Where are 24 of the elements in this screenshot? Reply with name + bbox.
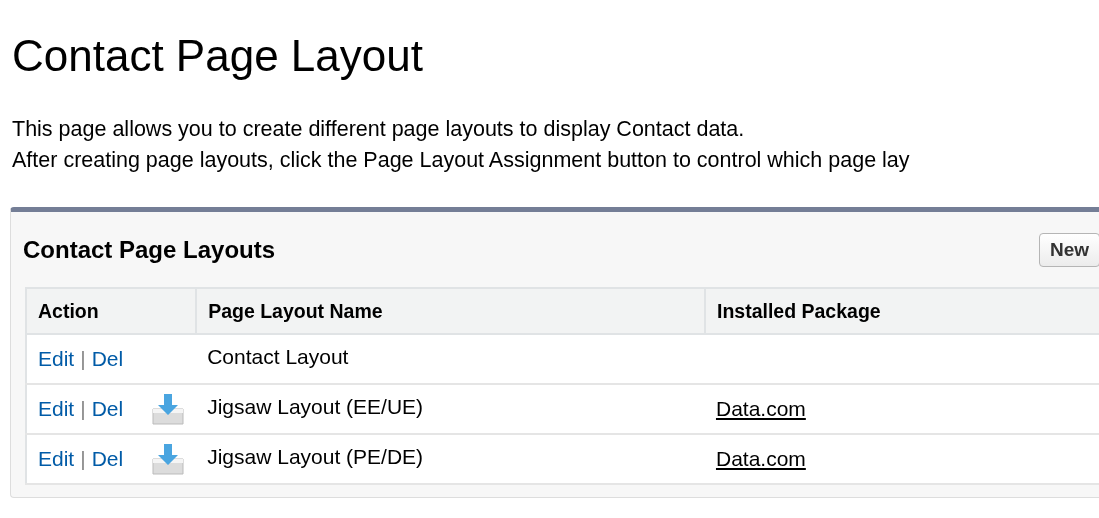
column-header: Action (26, 288, 197, 334)
delete-link[interactable]: Del (91, 397, 124, 421)
link-separator: | (80, 397, 86, 421)
column-header: Page Layout Name (196, 288, 705, 334)
description-text: This page allows you to create different page layouts to display Contact data. (12, 116, 746, 143)
link-separator: | (80, 447, 86, 471)
page-title: Contact Page Layout (12, 30, 424, 82)
delete-link[interactable]: Del (91, 447, 124, 471)
table-cell: Jigsaw Layout (PE/DE) (196, 434, 705, 484)
table-cell: Contact Layout (196, 334, 705, 384)
download-tray-icon (151, 443, 186, 475)
column-header: Installed Package (704, 288, 1099, 334)
delete-link[interactable]: Del (91, 347, 124, 371)
table-cell: Jigsaw Layout (EE/UE) (196, 384, 705, 434)
package-link[interactable]: Data.com (715, 447, 806, 470)
description-text: After creating page layouts, click the Page Layout Assignment button to control which page lay (12, 147, 911, 174)
download-tray-icon (151, 393, 186, 425)
panel-title: Contact Page Layouts (23, 235, 277, 264)
new-button[interactable]: New (1038, 232, 1099, 267)
edit-link[interactable]: Edit (38, 447, 75, 471)
package-link[interactable]: Data.com (715, 397, 806, 420)
edit-link[interactable]: Edit (38, 347, 75, 371)
edit-link[interactable]: Edit (38, 397, 75, 421)
link-separator: | (80, 347, 86, 371)
